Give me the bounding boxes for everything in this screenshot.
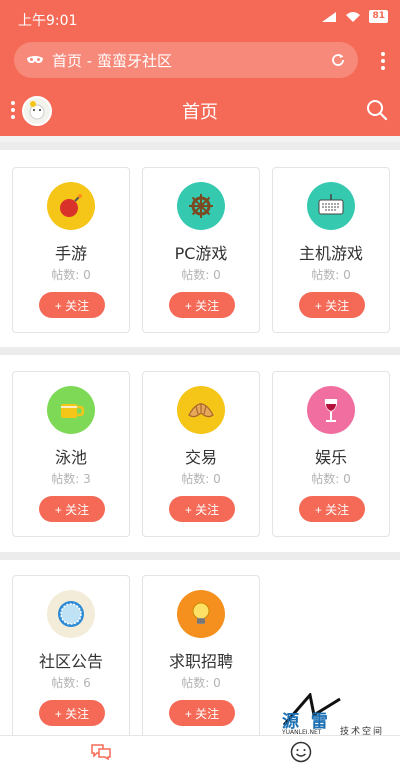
browser-toolbar: 首页 - 蛮蛮牙社区: [0, 36, 400, 84]
status-time: 上午9:01: [18, 13, 78, 29]
post-count: 帖数: 3: [51, 472, 91, 486]
post-count: 帖数: 0: [181, 676, 221, 690]
chat-bubbles-icon[interactable]: [90, 742, 112, 764]
post-count: 帖数: 0: [311, 472, 351, 486]
category-name: 社区公告: [38, 652, 103, 671]
keyboard-icon: [307, 182, 355, 230]
category-card[interactable]: 主机游戏 帖数: 0 + 关注: [272, 167, 390, 333]
follow-button[interactable]: + 关注: [39, 292, 105, 318]
bottom-tab-bar: [0, 735, 400, 765]
status-bar: 上午9:01 81: [0, 0, 400, 36]
incognito-mask-icon: [26, 55, 44, 65]
post-count: 帖数: 0: [51, 268, 91, 282]
category-card[interactable]: 娱乐 帖数: 0 + 关注: [272, 371, 390, 537]
category-name: 交易: [184, 448, 217, 467]
category-name: 娱乐: [314, 448, 347, 467]
smiley-icon[interactable]: [290, 741, 312, 765]
category-card[interactable]: 泳池 帖数: 3 + 关注: [12, 371, 130, 537]
post-count: 帖数: 0: [181, 268, 221, 282]
post-count: 帖数: 6: [51, 676, 91, 690]
category-name: 泳池: [54, 448, 87, 467]
status-icons: 81: [321, 10, 388, 23]
category-card[interactable]: 求职招聘 帖数: 0 + 关注: [142, 575, 260, 741]
wifi-icon: [346, 11, 361, 22]
search-icon[interactable]: [366, 99, 388, 125]
category-card[interactable]: 手游 帖数: 0 + 关注: [12, 167, 130, 333]
category-name: PC游戏: [174, 244, 228, 263]
url-text: 首页 - 蛮蛮牙社区: [52, 51, 172, 70]
category-card[interactable]: 交易 帖数: 0 + 关注: [142, 371, 260, 537]
plate-icon: [47, 590, 95, 638]
lightbulb-icon: [177, 590, 225, 638]
browser-menu-icon[interactable]: [380, 52, 386, 70]
url-bar[interactable]: 首页 - 蛮蛮牙社区: [14, 42, 358, 78]
page-title: 首页: [182, 102, 218, 123]
bomb-icon: [47, 182, 95, 230]
post-count: 帖数: 0: [311, 268, 351, 282]
ship-wheel-icon: [177, 182, 225, 230]
signal-icon: [322, 11, 337, 22]
follow-button[interactable]: + 关注: [169, 496, 235, 522]
app-header: 首页: [0, 84, 400, 136]
follow-button[interactable]: + 关注: [39, 700, 105, 726]
post-count: 帖数: 0: [181, 472, 221, 486]
category-name: 求职招聘: [168, 652, 233, 671]
croissant-icon: [177, 386, 225, 434]
category-name: 手游: [54, 244, 87, 263]
reload-icon[interactable]: [330, 52, 346, 68]
mug-icon: [47, 386, 95, 434]
follow-button[interactable]: + 关注: [299, 292, 365, 318]
category-card[interactable]: 社区公告 帖数: 6 + 关注: [12, 575, 130, 741]
category-name: 主机游戏: [298, 244, 363, 263]
follow-button[interactable]: + 关注: [169, 292, 235, 318]
wine-glass-icon: [307, 386, 355, 434]
follow-button[interactable]: + 关注: [169, 700, 235, 726]
follow-button[interactable]: + 关注: [299, 496, 365, 522]
battery-icon: 81: [369, 10, 388, 23]
category-card[interactable]: PC游戏 帖数: 0 + 关注: [142, 167, 260, 333]
follow-button[interactable]: + 关注: [39, 496, 105, 522]
watermark-logo: 源 雷 YUANLEI.NET 技术空间: [280, 693, 400, 737]
